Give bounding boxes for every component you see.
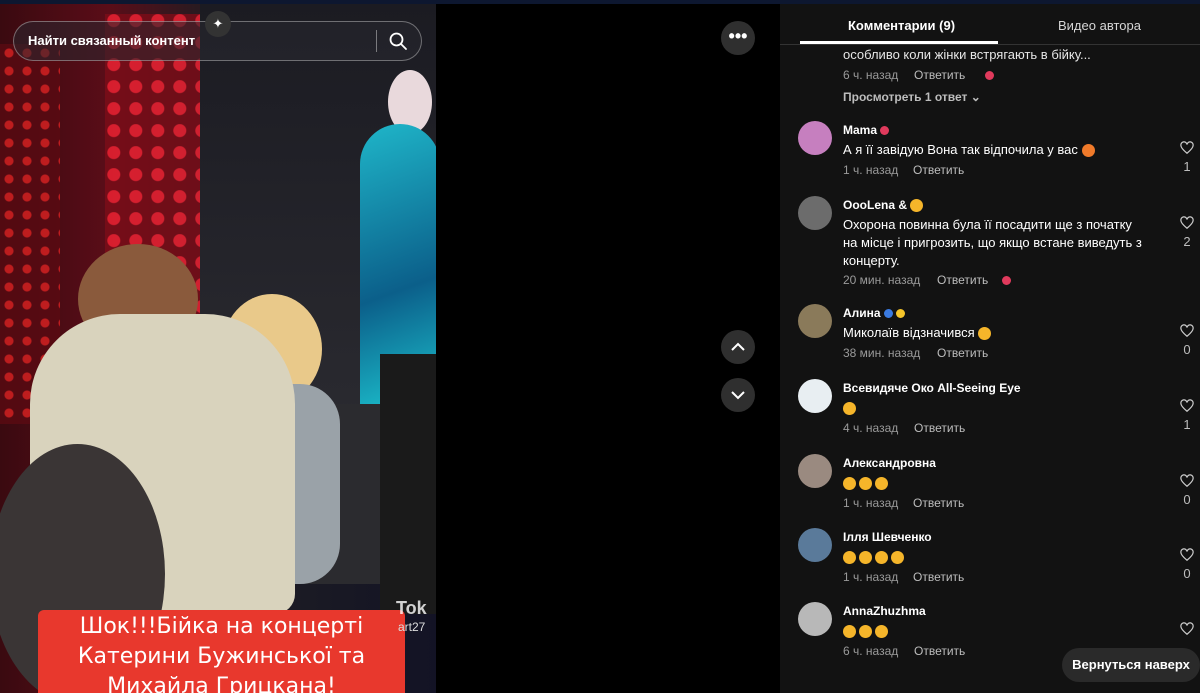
reply-button[interactable]: Ответить xyxy=(913,496,964,510)
search-input[interactable]: Найти связанный контент xyxy=(28,33,195,48)
avatar[interactable] xyxy=(798,379,832,413)
comment-text xyxy=(843,474,1143,492)
caption-line: Катерини Бужинської та xyxy=(77,644,366,669)
comment-time: 6 ч. назад xyxy=(843,644,899,658)
comment-author[interactable]: Ілля Шевченко xyxy=(843,530,932,544)
comment-time: 1 ч. назад xyxy=(843,570,899,584)
search-divider xyxy=(376,30,377,52)
reply-button[interactable]: Ответить xyxy=(914,68,965,82)
view-replies-label: Просмотреть 1 ответ xyxy=(843,90,968,104)
comment-text: особливо коли жінки встрягають в бійку..… xyxy=(843,47,1091,62)
video-caption: Шок!!!Бійка на концерті Катерини Бужинсь… xyxy=(38,610,405,693)
active-tab-indicator xyxy=(800,41,998,44)
heart-outline-icon[interactable] xyxy=(1180,324,1194,338)
video-player[interactable]: Шок!!!Бійка на концерті Катерини Бужинсь… xyxy=(0,4,436,693)
avatar[interactable] xyxy=(798,602,832,636)
heart-outline-icon[interactable] xyxy=(1180,216,1194,230)
comment-author[interactable]: OooLena & xyxy=(843,198,926,213)
reply-button[interactable]: Ответить xyxy=(937,273,988,287)
comment-text xyxy=(843,548,1143,566)
caption-line: Михайла Грицкана! xyxy=(107,674,336,693)
reaction-icon xyxy=(1002,273,1011,287)
like-count: 0 xyxy=(1183,566,1191,581)
previous-video-button[interactable] xyxy=(721,330,755,364)
comment-author[interactable]: Всевидяче Око All-Seeing Eye xyxy=(843,381,1021,395)
heart-outline-icon[interactable] xyxy=(1180,141,1194,155)
chevron-up-icon xyxy=(731,342,745,351)
comment-author[interactable]: Александровна xyxy=(843,456,936,470)
sparkle-icon[interactable]: ✦ xyxy=(205,11,231,37)
heart-outline-icon[interactable] xyxy=(1180,474,1194,488)
comment-time: 38 мин. назад xyxy=(843,346,921,360)
view-replies-button[interactable]: Просмотреть 1 ответ ⌄ xyxy=(843,90,981,104)
next-video-button[interactable] xyxy=(721,378,755,412)
more-icon[interactable]: ••• xyxy=(721,21,755,55)
search-icon[interactable] xyxy=(388,31,408,51)
reply-button[interactable]: Ответить xyxy=(914,421,965,435)
comment-text xyxy=(843,399,1143,417)
comment-text: Охорона повинна була її посадити ще з по… xyxy=(843,217,1142,268)
like-count: 0 xyxy=(1183,492,1191,507)
reply-button[interactable]: Ответить xyxy=(913,163,964,177)
chevron-down-icon: ⌄ xyxy=(970,90,981,104)
like-count: 1 xyxy=(1183,417,1191,432)
comment-author[interactable]: Алина xyxy=(843,306,906,320)
like-count: 1 xyxy=(1183,159,1191,174)
reply-button[interactable]: Ответить xyxy=(937,346,988,360)
comment-author[interactable]: AnnaZhuzhma xyxy=(843,604,926,618)
comment-author[interactable]: Mama xyxy=(843,123,890,137)
comment-time: 1 ч. назад xyxy=(843,163,899,177)
avatar[interactable] xyxy=(798,304,832,338)
comment-time: 20 мин. назад xyxy=(843,273,921,287)
audience-member-right xyxy=(380,354,436,614)
panel-tabs: Комментарии (9) Видео автора xyxy=(780,4,1200,45)
like-count: 2 xyxy=(1183,234,1191,249)
comment-text: Миколаїв відзначився xyxy=(843,324,1143,342)
tab-comments[interactable]: Комментарии (9) xyxy=(848,18,955,33)
back-to-top-button[interactable]: Вернуться наверх xyxy=(1062,648,1200,682)
reply-button[interactable]: Ответить xyxy=(914,644,965,658)
avatar[interactable] xyxy=(798,528,832,562)
avatar[interactable] xyxy=(798,454,832,488)
watermark-username: art27 xyxy=(398,620,426,634)
avatar[interactable] xyxy=(798,121,832,155)
comment-time: 1 ч. назад xyxy=(843,496,899,510)
caption-line: Шок!!!Бійка на концерті xyxy=(79,614,364,639)
reply-button[interactable]: Ответить xyxy=(913,570,964,584)
tab-author-videos[interactable]: Видео автора xyxy=(1058,18,1141,33)
comment-text xyxy=(843,622,1143,640)
reaction-icon xyxy=(985,68,994,82)
comment-text: А я її завідую Вона так відпочила у вас xyxy=(843,141,1143,159)
comments-panel: Комментарии (9) Видео автора особливо ко… xyxy=(780,4,1200,693)
avatar[interactable] xyxy=(798,196,832,230)
chevron-down-icon xyxy=(731,391,745,400)
heart-outline-icon[interactable] xyxy=(1180,548,1194,562)
heart-outline-icon[interactable] xyxy=(1180,622,1194,636)
tiktok-watermark: Tok xyxy=(396,598,427,618)
heart-outline-icon[interactable] xyxy=(1180,399,1194,413)
comment-time: 4 ч. назад xyxy=(843,421,899,435)
like-count: 0 xyxy=(1183,342,1191,357)
comment-time: 6 ч. назад xyxy=(843,68,899,82)
